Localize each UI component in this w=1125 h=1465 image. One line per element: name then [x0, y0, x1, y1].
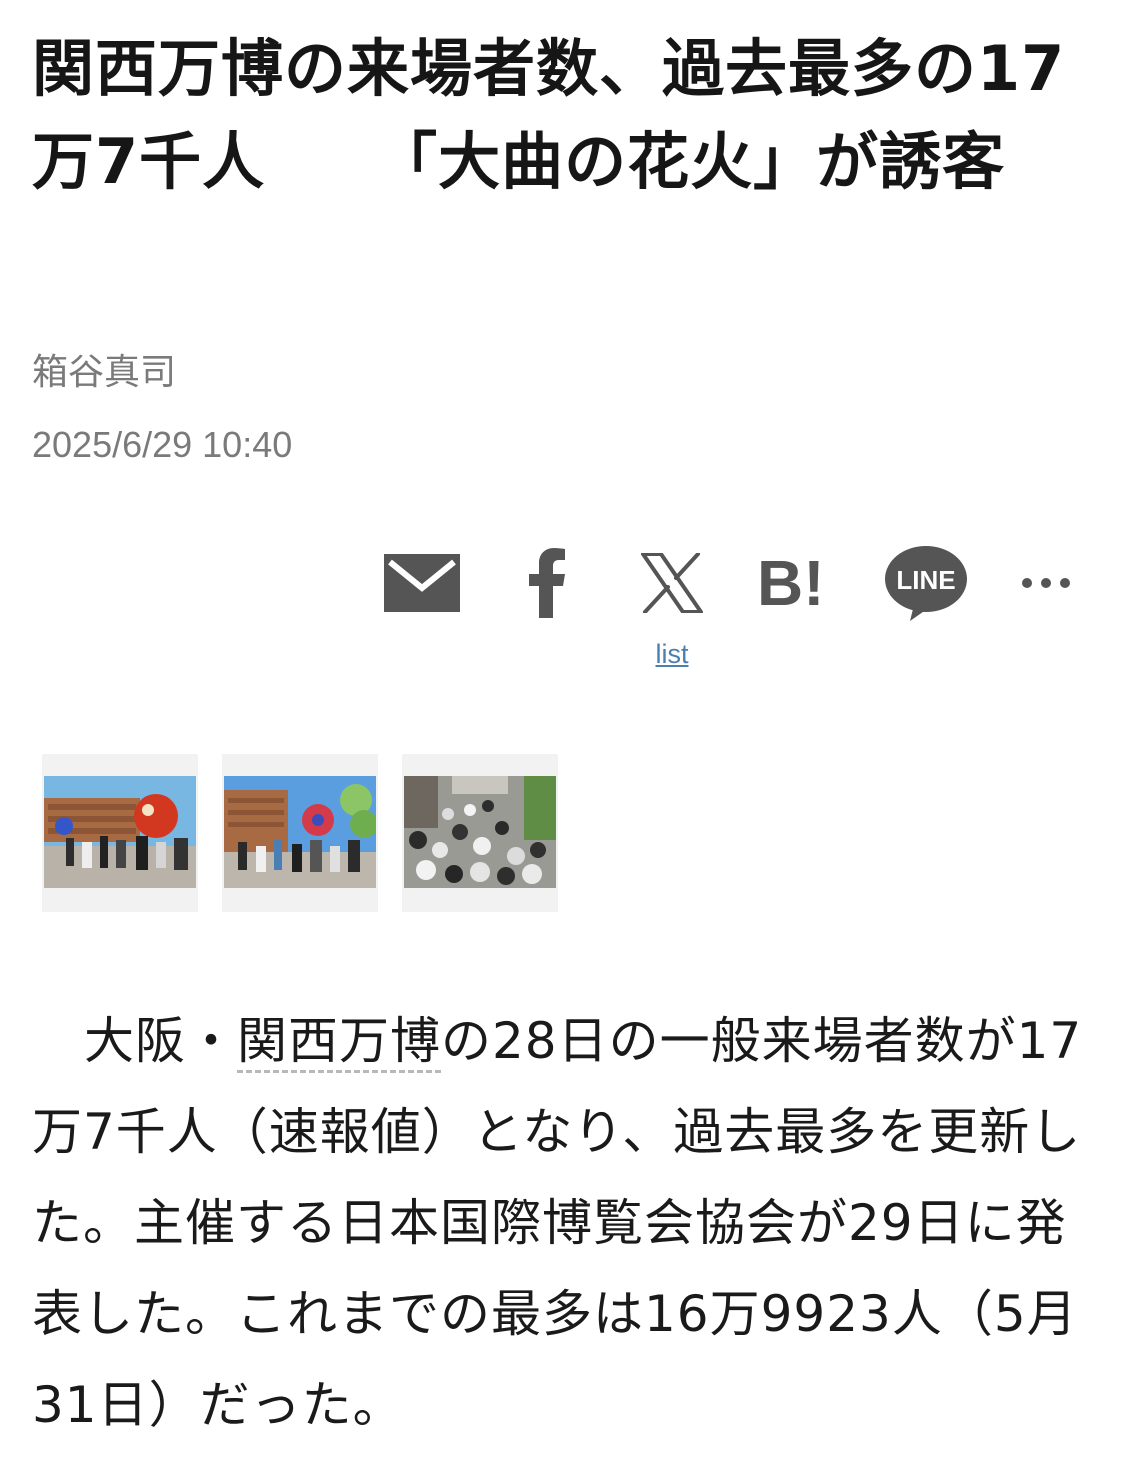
share-facebook-button[interactable]: [512, 538, 582, 628]
photo-thumbnail-2[interactable]: [222, 754, 378, 912]
article-body-paragraph: 大阪・関西万博の28日の一般来場者数が17万7千人（速報値）となり、過去最多を更…: [32, 996, 1102, 1451]
photo-thumbnail-3[interactable]: [402, 754, 558, 912]
publish-date: 2025/6/29 10:40: [32, 424, 293, 465]
share-mail-button[interactable]: [380, 538, 464, 628]
line-icon: LINE: [885, 546, 967, 621]
share-x-button[interactable]: [636, 538, 708, 628]
more-icon: [1022, 578, 1070, 588]
photo-image: [44, 776, 196, 888]
share-hatena-button[interactable]: B!: [756, 538, 840, 628]
body-text-main: の28日の一般来場者数が17万7千人（速報値）となり、過去最多を更新した。主催す…: [32, 1012, 1083, 1434]
hatena-bookmark-icon: B!: [757, 553, 825, 613]
body-text-lead: 大阪・: [84, 1012, 237, 1070]
share-list-link[interactable]: list: [600, 636, 744, 672]
photo-image: [404, 776, 556, 888]
svg-text:LINE: LINE: [896, 565, 955, 595]
keyword-link[interactable]: 関西万博: [237, 1012, 441, 1073]
mail-icon: [384, 554, 460, 612]
facebook-icon: [529, 548, 565, 618]
svg-text:B!: B!: [757, 553, 825, 613]
article-title: 関西万博の来場者数、過去最多の17万7千人 「大曲の花火」が誘客: [32, 22, 1097, 208]
x-icon: [641, 553, 703, 613]
photo-thumbnail-1[interactable]: [42, 754, 198, 912]
author-name[interactable]: 箱谷真司: [32, 348, 176, 398]
photo-image: [224, 776, 376, 888]
share-line-button[interactable]: LINE: [882, 538, 970, 628]
share-more-button[interactable]: [1016, 538, 1076, 628]
article-title-line2: 「大曲の花火」が誘客: [375, 125, 1006, 198]
